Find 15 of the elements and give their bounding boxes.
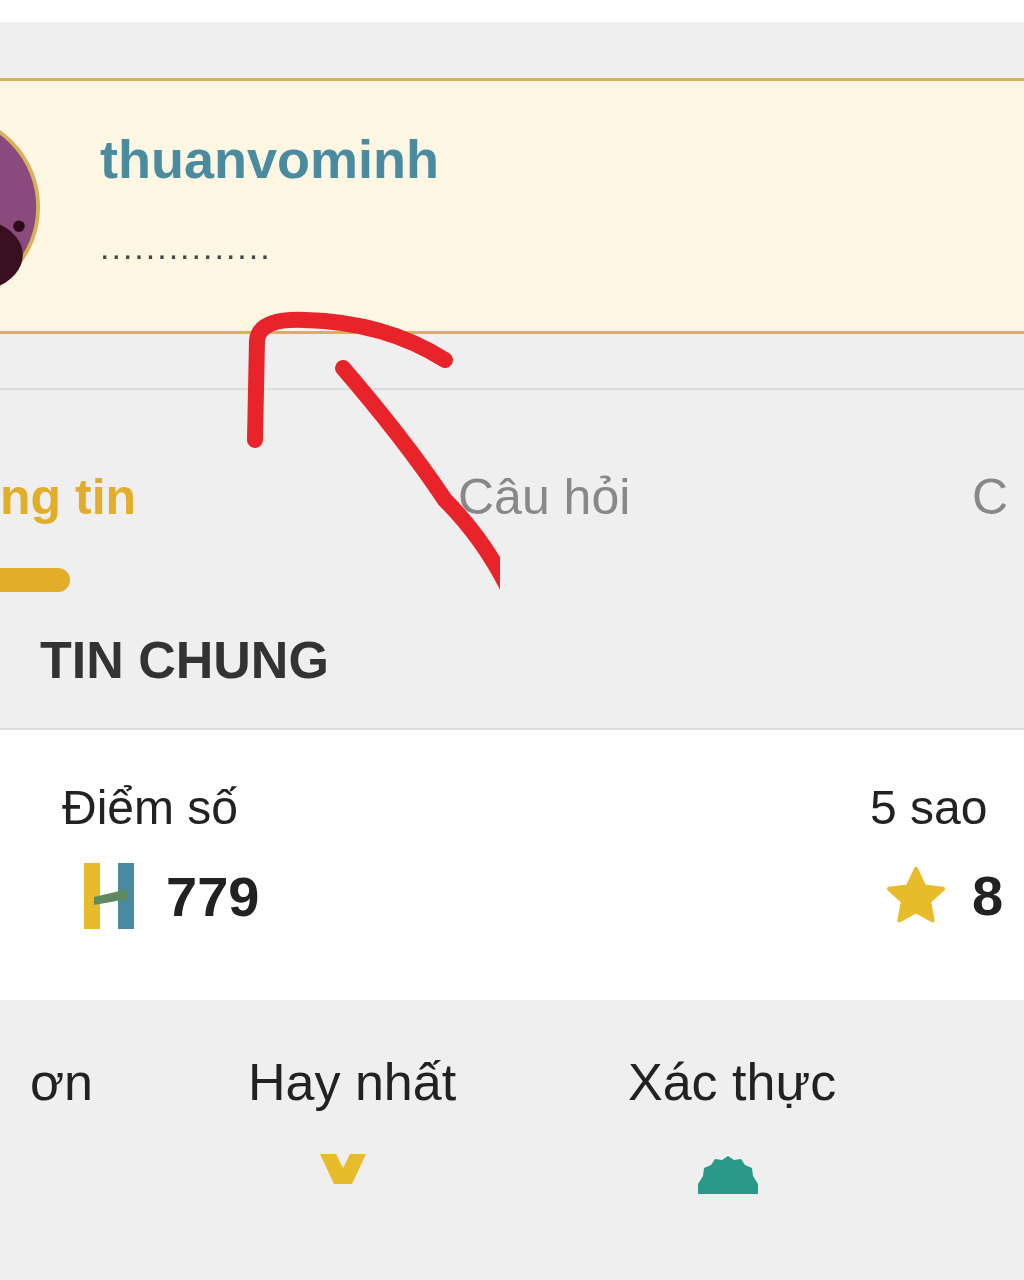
award-label: ơn	[30, 1052, 94, 1112]
bio-text: ...............	[100, 230, 273, 264]
tab-indicator	[0, 568, 70, 592]
stat-label: Điểm số	[62, 780, 240, 835]
tab[interactable]: C	[972, 468, 1009, 526]
stat-value: 779	[166, 863, 260, 929]
tab[interactable]: ng tin	[0, 468, 137, 526]
stat-value: 8	[972, 863, 1004, 928]
stat-label: 5 sao	[870, 780, 989, 835]
username: thuanvominh	[100, 128, 439, 190]
badge-icon	[698, 1154, 758, 1194]
award-label: Hay nhất	[248, 1052, 457, 1112]
tab[interactable]: Câu hỏi	[458, 468, 631, 526]
section-title: TIN CHUNG	[40, 630, 330, 691]
award-label: Xác thực	[628, 1052, 837, 1112]
